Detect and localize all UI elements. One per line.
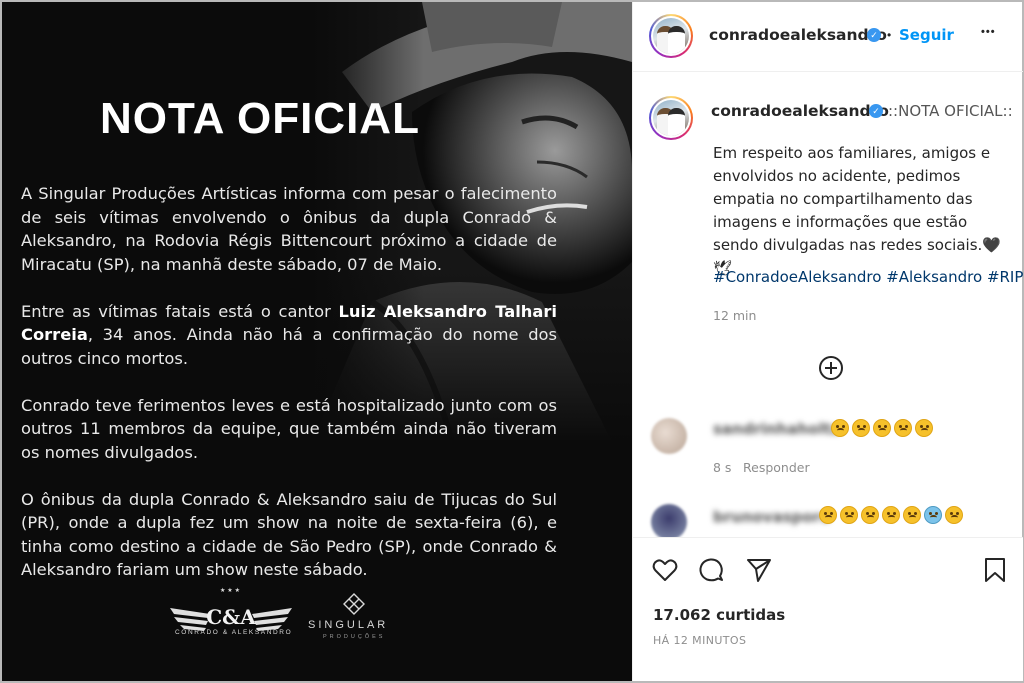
crying-emoji-icon	[924, 506, 942, 524]
post-title: NOTA OFICIAL	[100, 94, 420, 143]
reply-button[interactable]: Responder	[743, 460, 810, 475]
sad-emoji-icon	[903, 506, 921, 524]
caption-intro: ::NOTA OFICIAL::	[888, 102, 1013, 120]
heart-icon[interactable]	[651, 556, 679, 584]
bookmark-icon[interactable]	[981, 556, 1009, 584]
follow-button[interactable]: Seguir	[899, 26, 954, 44]
comment-username[interactable]: sandrinhaholtz	[713, 420, 840, 438]
singular-caption: PRODUÇÕES	[323, 634, 386, 640]
post-header: conradoealeksandro ✓ • Seguir •••	[633, 2, 1023, 72]
post-paragraph-2: Entre as vítimas fatais está o cantor Lu…	[21, 301, 557, 368]
hashtag-aleksandro[interactable]: #Aleksandro	[886, 268, 982, 286]
verified-badge-icon: ✓	[867, 28, 881, 42]
sad-emoji-icon	[915, 419, 933, 437]
comment-icon[interactable]	[697, 556, 725, 584]
sad-emoji-icon	[945, 506, 963, 524]
header-dot: •	[887, 28, 892, 42]
caption-verified-icon: ✓	[869, 104, 883, 118]
comment-emojis	[819, 505, 966, 525]
header-username[interactable]: conradoealeksandro	[709, 26, 887, 44]
sad-emoji-icon	[882, 506, 900, 524]
comment-avatar[interactable]	[651, 504, 687, 540]
caption-body: Em respeito aos familiares, amigos e env…	[713, 144, 1001, 277]
likes-count[interactable]: 17.062 curtidas	[653, 606, 785, 624]
svg-text:★ ★ ★: ★ ★ ★	[220, 587, 240, 594]
header-avatar[interactable]	[649, 14, 693, 58]
actions-bar: 17.062 curtidas HÁ 12 MINUTOS	[633, 537, 1023, 681]
load-more-comments-icon[interactable]	[817, 354, 845, 382]
caption-hashtags: #ConradoeAleksandro #Aleksandro #RIP	[713, 268, 1023, 286]
sad-emoji-icon	[873, 419, 891, 437]
share-icon[interactable]	[745, 556, 773, 584]
comment-avatar[interactable]	[651, 418, 687, 454]
caption-username[interactable]: conradoealeksandro	[711, 102, 889, 120]
singular-name: SINGULAR	[308, 619, 389, 631]
sad-emoji-icon	[819, 506, 837, 524]
sad-emoji-icon	[831, 419, 849, 437]
sad-emoji-icon	[894, 419, 912, 437]
caption-avatar[interactable]	[649, 96, 693, 140]
sad-emoji-icon	[852, 419, 870, 437]
post-sidebar: conradoealeksandro ✓ • Seguir ••• conrad…	[632, 2, 1023, 681]
comment-emojis	[831, 418, 936, 438]
post-paragraph-3: Conrado teve ferimentos leves e está hos…	[21, 395, 557, 462]
post-image[interactable]: NOTA OFICIAL A Singular Produções Artíst…	[2, 2, 632, 681]
post-paragraph-4: O ônibus da dupla Conrado & Aleksandro s…	[21, 489, 557, 580]
more-options-button[interactable]: •••	[981, 26, 996, 38]
sad-emoji-icon	[861, 506, 879, 524]
caption-time[interactable]: 12 min	[713, 308, 756, 323]
comment-username[interactable]: brunovasporo	[713, 508, 830, 526]
hashtag-rip[interactable]: #RIP	[987, 268, 1023, 286]
svg-text:C&A: C&A	[206, 605, 256, 629]
hashtag-conradoealeksandro[interactable]: #ConradoeAleksandro	[713, 268, 881, 286]
post-timestamp[interactable]: HÁ 12 MINUTOS	[653, 634, 746, 647]
sad-emoji-icon	[840, 506, 858, 524]
comment-time: 8 s	[713, 460, 732, 475]
logo-ca-caption: CONRADO & ALEKSANDRO	[175, 629, 293, 636]
post-paragraph-1: A Singular Produções Artísticas informa …	[21, 184, 557, 274]
post-body: A Singular Produções Artísticas informa …	[21, 182, 557, 605]
